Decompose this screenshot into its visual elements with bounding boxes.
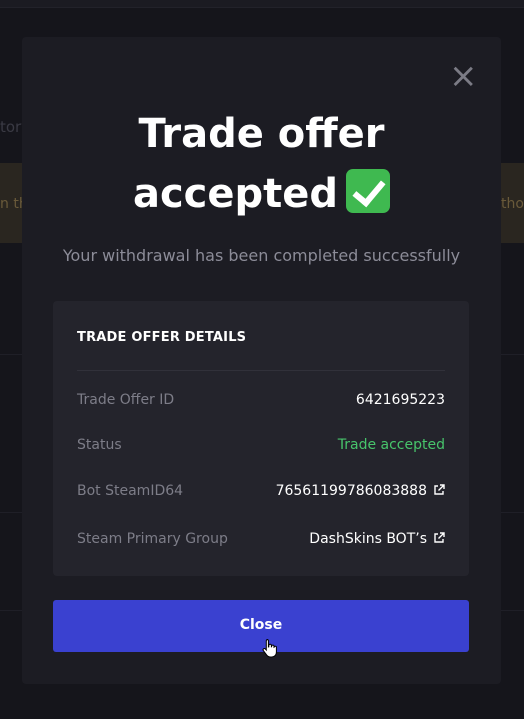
detail-value[interactable]: 76561199786083888: [276, 483, 427, 499]
bot-steamid-link[interactable]: 76561199786083888: [276, 483, 445, 499]
detail-label: Status: [77, 437, 122, 453]
external-link-icon[interactable]: [433, 484, 445, 496]
trade-offer-details-card: TRADE OFFER DETAILS Trade Offer ID 64216…: [53, 301, 469, 576]
close-icon[interactable]: ×: [449, 59, 478, 93]
details-heading: TRADE OFFER DETAILS: [77, 330, 247, 345]
modal-title: Trade offer accepted: [22, 104, 501, 224]
detail-value[interactable]: DashSkins BOT’s: [309, 531, 427, 547]
detail-label: Steam Primary Group: [77, 531, 228, 547]
detail-label: Bot SteamID64: [77, 483, 184, 499]
detail-value: 6421695223: [355, 392, 445, 408]
detail-label: Trade Offer ID: [77, 392, 175, 408]
check-mark-icon: [346, 169, 391, 213]
title-line-1: Trade offer: [138, 111, 385, 157]
background-topbar: [0, 0, 524, 8]
background-notice-text-right: itho: [497, 196, 524, 212]
details-divider: [77, 370, 445, 371]
status-value: Trade accepted: [337, 437, 445, 453]
steam-group-link[interactable]: DashSkins BOT’s: [309, 531, 445, 547]
external-link-icon[interactable]: [433, 532, 445, 544]
modal-subtitle: Your withdrawal has been completed succe…: [62, 246, 461, 265]
hand-pointer-icon: [262, 639, 277, 658]
title-line-2: accepted: [132, 171, 339, 217]
